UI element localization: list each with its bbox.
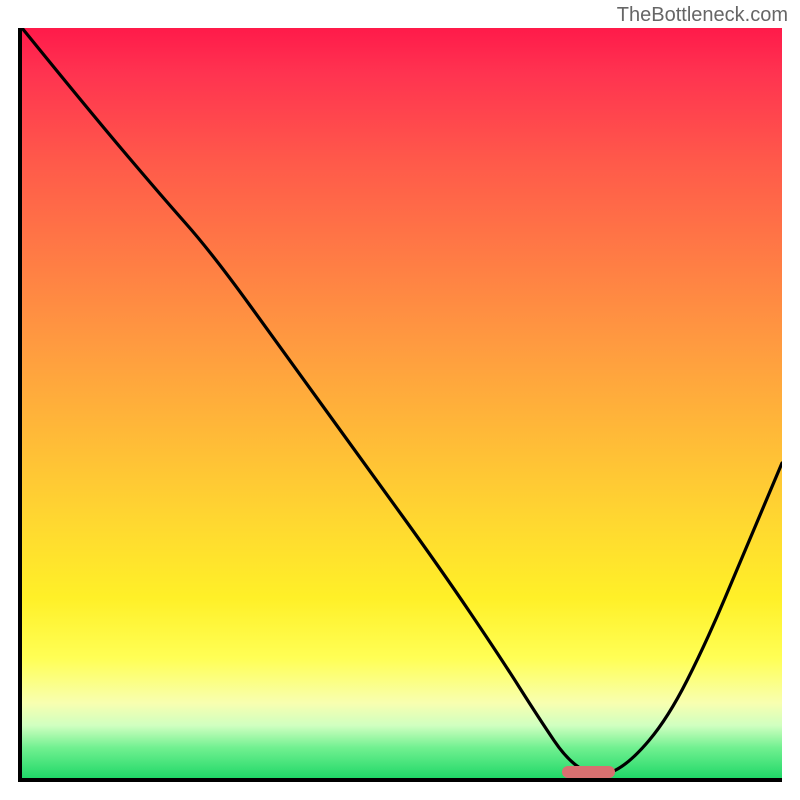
curve-layer (22, 28, 782, 778)
bottleneck-curve (22, 28, 782, 774)
plot-area (18, 28, 782, 782)
watermark-text: TheBottleneck.com (617, 4, 788, 27)
optimal-range-marker (562, 766, 615, 778)
